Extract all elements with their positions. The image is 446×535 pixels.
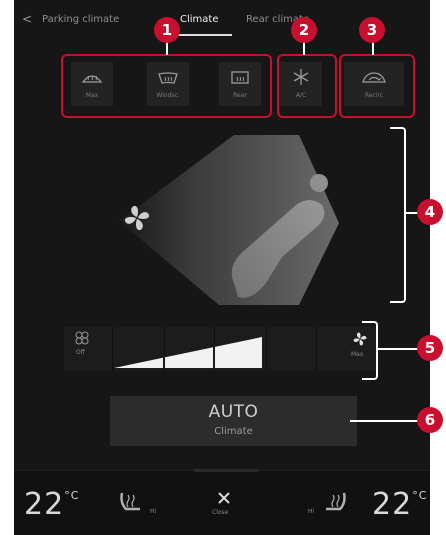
callout-2-badge: 2 — [291, 17, 317, 43]
back-arrow-icon[interactable]: < — [22, 12, 32, 26]
callout-6-leader — [350, 420, 418, 422]
left-temperature[interactable]: 22°C — [24, 487, 79, 522]
close-label[interactable]: Close — [212, 509, 228, 516]
callout-4-bracket — [390, 127, 406, 303]
close-handle — [194, 469, 258, 472]
tab-parking-climate[interactable]: Parking climate — [42, 14, 119, 25]
fan-segment — [266, 327, 317, 371]
left-temp-value: 22 — [24, 487, 65, 522]
callout-1-outline — [61, 54, 272, 118]
close-icon[interactable] — [217, 491, 231, 505]
bottom-climate-bar: 22°C Hi Close Hi 22°C — [14, 469, 430, 535]
left-seat-heater-icon[interactable] — [116, 489, 146, 515]
callout-5-badge: 5 — [417, 335, 443, 361]
auto-climate-button[interactable]: AUTO Climate — [110, 396, 357, 446]
active-tab-indicator — [174, 34, 232, 36]
left-seat-level-label: Hi — [150, 508, 157, 515]
auto-title: AUTO — [208, 402, 259, 422]
right-seat-heater-icon[interactable] — [320, 489, 350, 515]
auto-subtitle: Climate — [214, 426, 253, 437]
right-temp-unit: °C — [412, 489, 428, 502]
right-temp-value: 22 — [372, 487, 413, 522]
callout-2-outline — [277, 54, 337, 118]
tab-climate[interactable]: Climate — [180, 14, 218, 25]
fan-icon — [124, 205, 150, 231]
left-temp-unit: °C — [64, 489, 80, 502]
fan-off-label: Off — [76, 349, 85, 356]
fan-off-icon — [75, 331, 89, 345]
occupant-head — [310, 174, 328, 192]
callout-1-badge: 1 — [154, 17, 180, 43]
callout-3-badge: 3 — [359, 17, 385, 43]
fan-speed-slider[interactable]: Off Max — [64, 327, 380, 371]
right-seat-level-label: Hi — [308, 508, 315, 515]
callout-6-badge: 6 — [417, 407, 443, 433]
fan-level-fill — [114, 337, 262, 369]
callout-5-leader — [377, 348, 419, 350]
callout-5-bracket — [362, 321, 378, 380]
callout-4-badge: 4 — [417, 199, 443, 225]
right-temperature[interactable]: 22°C — [372, 487, 427, 522]
callout-3-outline — [339, 54, 415, 118]
